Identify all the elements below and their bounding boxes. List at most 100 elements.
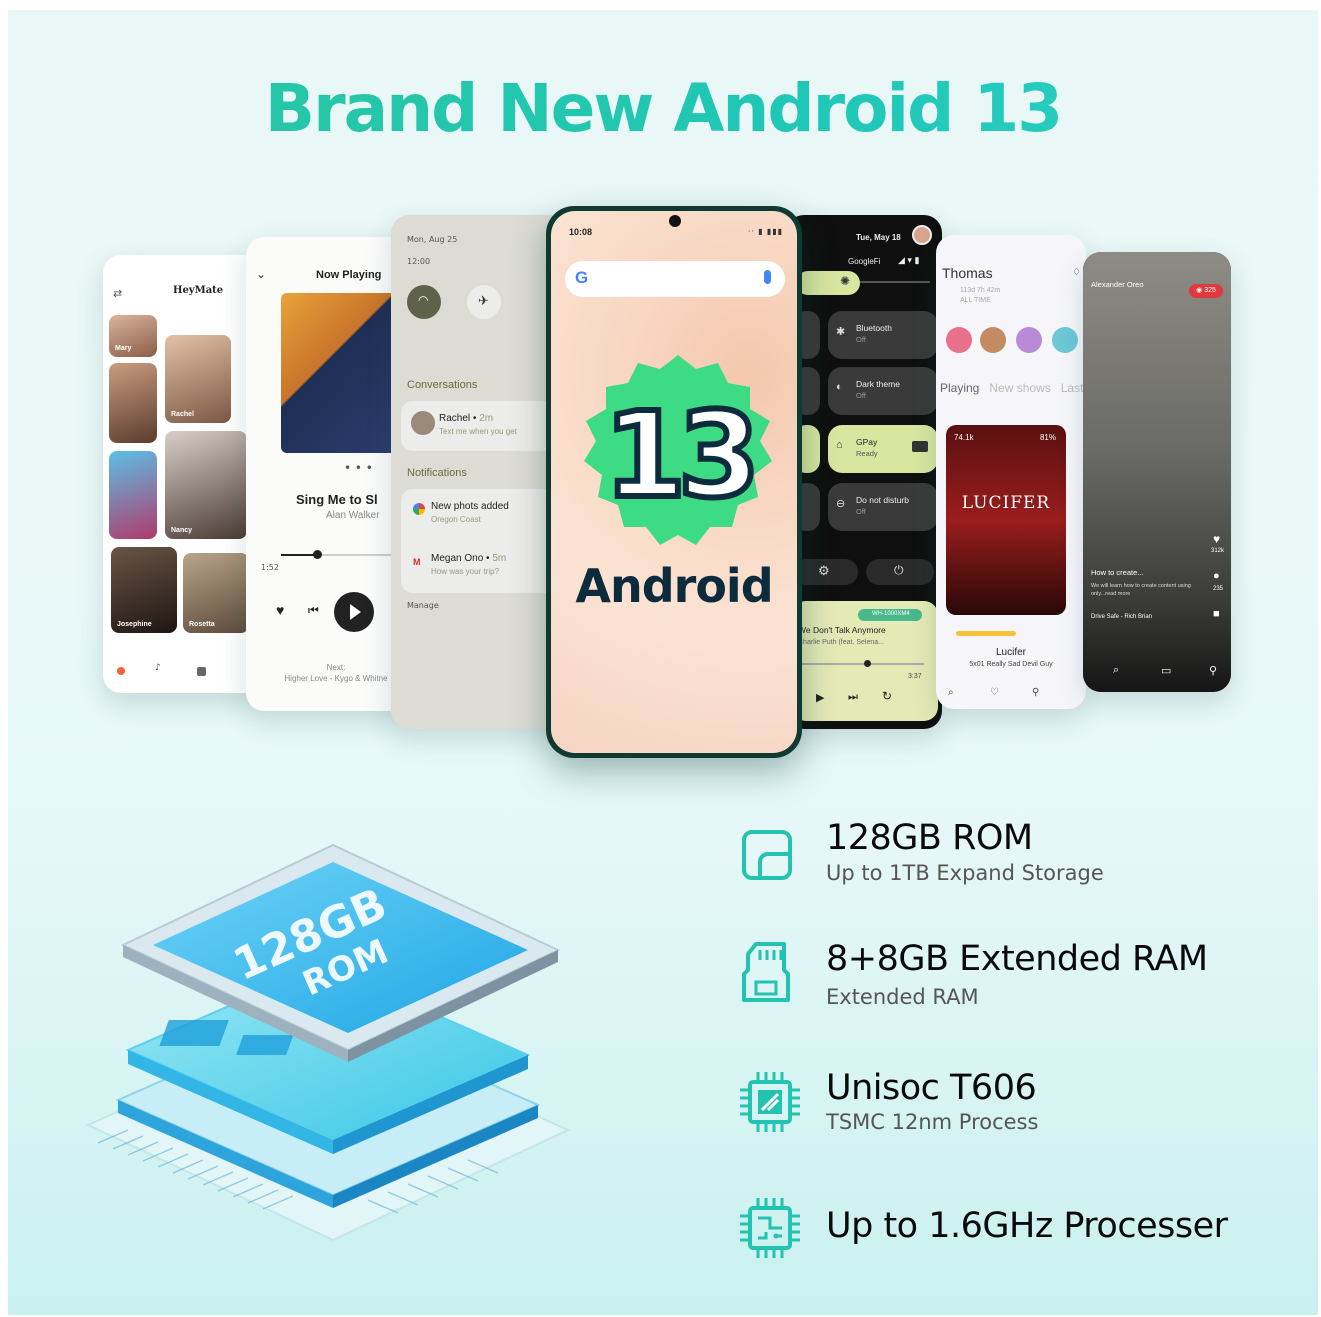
network-name: GoogleFi <box>848 257 881 266</box>
bell-icon[interactable]: ♪ <box>155 663 161 673</box>
tile-gpay[interactable]: ⌂ GPay Ready <box>828 425 938 473</box>
album-art <box>281 293 401 453</box>
profile-icon[interactable]: ⚲ <box>1209 664 1217 677</box>
google-icon: G <box>575 268 589 287</box>
inbox-icon[interactable]: ▭ <box>1161 664 1171 677</box>
play-button[interactable] <box>334 592 374 632</box>
processor-chip-icon <box>740 1072 800 1132</box>
brightness-track <box>860 281 930 283</box>
conversation-card[interactable]: Rachel • 2m Text me when you get <box>401 401 566 451</box>
music-player-screen: ⌄ Now Playing • • • Sing Me to Sl Alan W… <box>246 237 411 711</box>
media-player[interactable]: WH-1000XM4 We Don't Talk Anymore Charlie… <box>792 601 938 721</box>
media-progress[interactable] <box>798 660 924 667</box>
avatar <box>411 411 435 435</box>
wifi-toggle[interactable]: ◠ <box>407 285 441 319</box>
storage-icon <box>742 830 792 880</box>
seek-handle[interactable] <box>313 550 323 559</box>
power-button[interactable]: ⏻ <box>866 559 934 585</box>
progress-bar <box>956 631 1016 636</box>
notifications-card[interactable]: New phots added Oregon Coast M Megan Ono… <box>401 489 566 593</box>
photos-icon <box>413 503 425 515</box>
output-device[interactable]: WH-1000XM4 <box>858 609 922 621</box>
filter-icon: ⇄ <box>113 287 123 300</box>
notif-date: Mon, Aug 25 <box>407 235 458 244</box>
episode-title: 5x01 Really Sad Devil Guy <box>969 661 1053 668</box>
watch-time: 113d 7h 42m <box>960 287 1001 294</box>
profile-icon[interactable]: ⚲ <box>1032 687 1039 698</box>
chevron-down-icon[interactable]: ⌄ <box>256 267 266 281</box>
badge-number: 13 <box>604 386 752 524</box>
camera-notch <box>669 215 681 227</box>
bell-icon[interactable]: ♢ <box>1072 267 1081 278</box>
video-caption: How to create... <box>1091 568 1144 577</box>
manage-link[interactable]: Manage <box>407 601 439 610</box>
user-name: Thomas <box>942 265 993 281</box>
rom-chip-illustration: 128GB ROM <box>85 843 571 1242</box>
gear-icon: ⚙ <box>818 563 830 578</box>
product-banner: Brand New Android 13 ⇄ HeyMate Mary Rach… <box>8 10 1318 1315</box>
avatar[interactable] <box>946 327 972 353</box>
comment-icon[interactable]: ● <box>1213 570 1220 582</box>
spec-subtitle: Up to 1TB Expand Storage <box>826 861 1104 885</box>
more-icon[interactable]: • • • <box>344 461 373 475</box>
quick-settings-screen: Tue, May 18 GoogleFi ◢ ▾ ▮ ✺ ✱ Bluetooth O… <box>786 215 942 729</box>
airplane-icon: ✈ <box>478 293 489 308</box>
search-icon[interactable]: ⌕ <box>1113 664 1119 677</box>
elapsed-time: 1:52 <box>261 563 279 572</box>
home-screen: 10:08 ⋅⋅ ▮ ▮▮▮ G 13 Android <box>551 211 797 753</box>
play-icon[interactable]: ▶ <box>816 691 824 704</box>
profile-tile: Rosetta <box>183 553 249 633</box>
compass-icon[interactable] <box>117 667 125 675</box>
gmail-icon: M <box>413 557 421 567</box>
poster-title: LUCIFER <box>961 493 1051 513</box>
like-icon[interactable]: ♥ <box>1213 532 1220 546</box>
conversations-label: Conversations <box>407 379 478 391</box>
qs-date: Tue, May 18 <box>856 233 901 242</box>
google-search-bar[interactable]: G <box>565 261 785 297</box>
heart-icon[interactable]: ♡ <box>990 687 999 698</box>
show-poster[interactable]: 74.1k 81% LUCIFER <box>946 425 1066 615</box>
share-icon[interactable]: ■ <box>1213 608 1220 620</box>
notifications-screen: Mon, Aug 25 12:00 ◠ ✈ Conversations Rach… <box>391 215 566 729</box>
avatar[interactable] <box>1052 327 1078 353</box>
heart-icon[interactable]: ♥ <box>276 602 284 618</box>
headline: Brand New Android 13 <box>8 70 1318 147</box>
signal-icon: ◢ ▾ ▮ <box>898 255 920 265</box>
previous-icon[interactable]: ⏮ <box>308 603 319 618</box>
video-feed-screen: Alexander Oreo ◉ 325 How to create... We… <box>1083 252 1231 692</box>
repeat-icon[interactable]: ↻ <box>882 689 892 703</box>
avatar[interactable] <box>1016 327 1042 353</box>
tile-dnd[interactable]: ⊖ Do not disturb Off <box>828 483 938 531</box>
profile-tile: Nancy <box>165 431 247 539</box>
next-icon[interactable]: ⏭ <box>848 691 858 704</box>
profile-tile: Rachel <box>165 335 231 423</box>
spec-subtitle: TSMC 12nm Process <box>826 1110 1039 1134</box>
song-title: Sing Me to Sl <box>296 492 378 507</box>
calendar-icon[interactable] <box>197 667 206 676</box>
video-caption-sub: We will learn how to create content usin… <box>1091 583 1191 597</box>
song-artist: Alan Walker <box>326 510 380 521</box>
avatar[interactable] <box>980 327 1006 353</box>
spec-title: 8+8GB Extended RAM <box>826 939 1208 979</box>
match-score: 81% <box>1039 433 1056 442</box>
spec-title: 128GB ROM <box>826 818 1033 858</box>
search-icon[interactable]: ⌕ <box>948 687 954 698</box>
brightness-slider[interactable]: ✺ <box>796 271 860 295</box>
airplane-toggle[interactable]: ✈ <box>467 285 501 319</box>
spec-title: Up to 1.6GHz Processer <box>826 1206 1228 1246</box>
tile-dark-theme[interactable]: ◐ Dark theme Off <box>828 367 938 415</box>
media-artist: Charlie Puth (feat. Selena... <box>798 639 884 646</box>
media-title: We Don't Talk Anymore <box>798 625 886 635</box>
microphone-icon[interactable] <box>764 270 771 284</box>
tile-bluetooth[interactable]: ✱ Bluetooth Off <box>828 311 938 359</box>
power-icon: ⏻ <box>894 563 904 577</box>
profile-tile <box>109 451 157 539</box>
show-title: Lucifer <box>995 647 1026 658</box>
avatar[interactable] <box>912 225 932 245</box>
like-count: 312k <box>1211 548 1225 554</box>
circuit-chip-icon <box>740 1198 800 1258</box>
category-tabs[interactable]: Playing New shows Last <box>940 381 1083 395</box>
spec-title: Unisoc T606 <box>826 1068 1037 1108</box>
heymate-title: HeyMate <box>173 285 224 296</box>
status-time: 10:08 <box>569 227 593 237</box>
